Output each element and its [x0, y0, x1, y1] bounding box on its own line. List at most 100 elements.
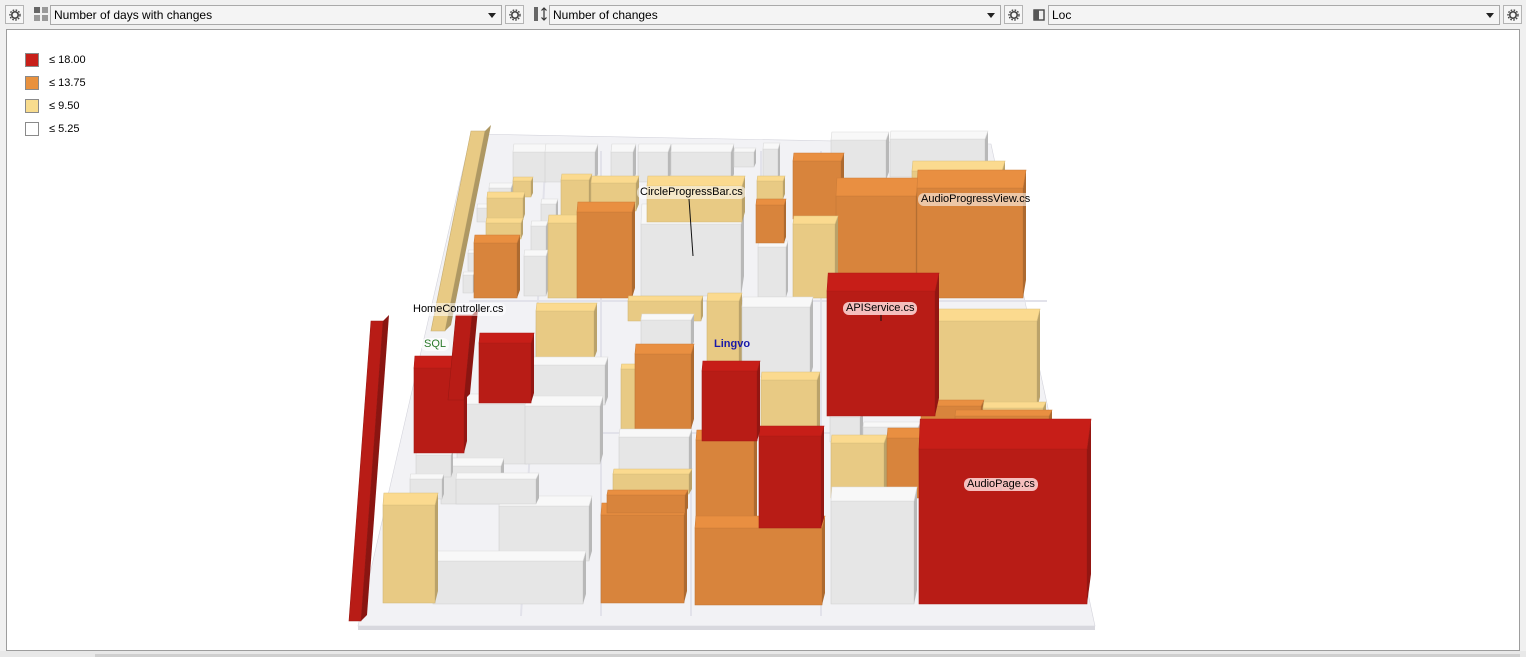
chevron-down-icon	[1486, 13, 1494, 18]
building-side	[739, 293, 742, 369]
building-roof	[670, 143, 735, 153]
height-metric-value: Number of changes	[553, 8, 658, 22]
building-roof	[620, 363, 638, 370]
ground-area-metric-select[interactable]: Number of days with changes	[50, 5, 502, 25]
building-roof	[530, 220, 549, 227]
building-front	[835, 195, 917, 287]
building-front	[576, 211, 633, 299]
building-roof	[762, 142, 781, 150]
building-side	[589, 496, 592, 561]
building-side	[935, 273, 939, 416]
file-label-circleprogressbar[interactable]: CircleProgressBar.cs	[637, 186, 746, 199]
building-side	[600, 396, 603, 464]
gear-icon	[1506, 8, 1519, 21]
building-side	[817, 372, 820, 435]
treemap-icon	[34, 7, 48, 21]
building-roof	[826, 272, 940, 292]
chevron-down-icon	[488, 13, 496, 18]
building-roof	[758, 425, 825, 437]
code-city-view[interactable]: ≤ 18.00 ≤ 13.75 ≤ 9.50 ≤ 5.25 CircleProg…	[6, 29, 1520, 651]
building-side	[531, 333, 534, 403]
building-front	[473, 242, 518, 299]
building-side	[822, 516, 825, 605]
file-label-apiservice[interactable]: APIService.cs	[843, 302, 918, 315]
city-base-edge	[358, 626, 1095, 630]
file-label-homecontroller[interactable]: HomeController.cs	[410, 303, 507, 316]
gear-icon	[1007, 8, 1020, 21]
building-roof	[409, 473, 445, 480]
gear-icon	[508, 8, 521, 21]
city-scene[interactable]	[7, 30, 1519, 650]
building-roof	[485, 217, 524, 224]
building-front	[758, 435, 822, 529]
building-roof	[637, 143, 672, 153]
building-front	[756, 180, 784, 200]
building-roof	[540, 198, 559, 205]
building-side	[435, 493, 438, 603]
building-front	[932, 320, 1038, 410]
building-front	[792, 160, 842, 220]
building-roof	[606, 489, 689, 496]
view-settings-button[interactable]	[1503, 5, 1522, 24]
building-roof	[889, 130, 989, 140]
building-front	[640, 223, 742, 297]
building-roof	[547, 214, 582, 224]
building-roof	[610, 143, 637, 153]
building-roof	[612, 468, 693, 475]
file-label-audiopage[interactable]: AudioPage.cs	[964, 478, 1038, 491]
color-bucket-icon	[1033, 9, 1045, 21]
building-roof	[590, 175, 640, 184]
building-roof	[706, 292, 743, 302]
building-front	[755, 204, 785, 244]
building-roof	[535, 302, 598, 312]
building-front	[830, 500, 915, 605]
building-roof	[911, 160, 1006, 172]
height-metric-select[interactable]: Number of changes	[549, 5, 1001, 25]
building-side	[914, 487, 917, 604]
building-front	[706, 300, 740, 370]
ground-area-metric-value: Number of days with changes	[54, 8, 213, 22]
building-roof	[634, 343, 695, 355]
building-roof	[916, 169, 1027, 189]
building-front	[733, 151, 755, 168]
package-label-lingvo[interactable]: Lingvo	[711, 338, 753, 351]
building-roof	[523, 249, 549, 257]
color-settings-button[interactable]	[1004, 5, 1023, 24]
building-side	[632, 202, 635, 298]
building-side	[786, 241, 788, 297]
building-side	[594, 303, 597, 359]
building-side	[757, 361, 760, 441]
building-front	[634, 353, 692, 430]
building-roof	[755, 198, 787, 206]
building-front	[606, 494, 686, 514]
building-roof	[701, 360, 761, 372]
building-front	[455, 478, 537, 505]
building-roof	[982, 401, 1047, 409]
building-roof	[544, 143, 599, 153]
building-roof	[830, 486, 918, 502]
building-side	[684, 503, 687, 603]
building-front	[547, 222, 579, 299]
building-roof	[756, 175, 786, 182]
building-front	[382, 504, 436, 604]
building-front	[620, 368, 636, 430]
building-front	[701, 370, 758, 442]
ground-area-settings-button[interactable]	[5, 5, 24, 24]
building-roof	[627, 295, 704, 302]
building-roof	[733, 147, 757, 153]
building-side	[1023, 170, 1026, 298]
package-label-sql[interactable]: SQL	[421, 338, 450, 351]
height-settings-button[interactable]	[505, 5, 524, 24]
building-side	[821, 426, 824, 528]
building-roof	[478, 332, 535, 344]
building-front	[757, 246, 787, 298]
building-roof	[560, 173, 593, 181]
height-icon	[534, 7, 547, 21]
building-roof	[532, 356, 609, 366]
building-side	[784, 199, 786, 243]
chevron-down-icon	[987, 13, 995, 18]
file-label-audioprogressview[interactable]: AudioProgressView.cs	[918, 193, 1034, 206]
building-front	[478, 342, 532, 404]
building-side	[810, 297, 813, 377]
color-metric-select[interactable]: Loc	[1048, 5, 1500, 25]
